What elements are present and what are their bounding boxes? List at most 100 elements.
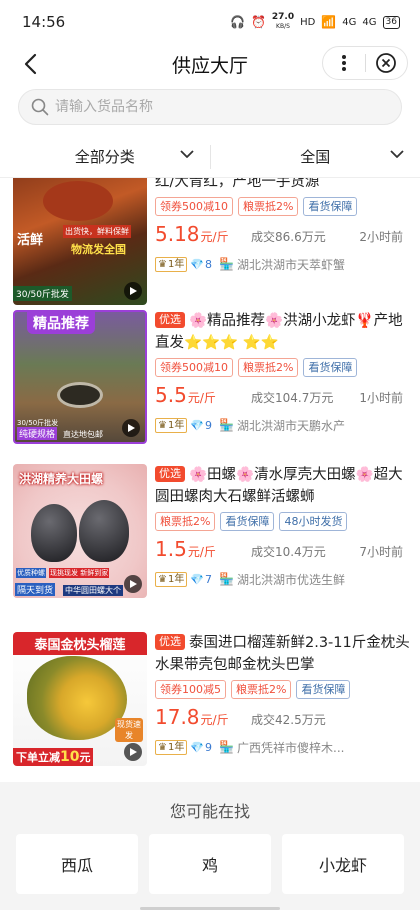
product-price: 17.8元/斤 <box>155 705 229 729</box>
image-caption: 直达地包邮 <box>63 430 103 439</box>
suggestion-chip[interactable]: 西瓜 <box>16 834 138 894</box>
level-badge: 💎 9 <box>190 740 213 754</box>
filter-bar: 全部分类 全国 <box>0 136 420 178</box>
crown-icon: ♛ <box>158 258 167 270</box>
image-caption: 30/50斤批发 <box>13 286 72 301</box>
headphones-icon: 🎧 <box>229 15 245 29</box>
seller-location[interactable]: 🏪 广西凭祥市傻梓木... <box>219 739 344 756</box>
shop-icon: 🏪 <box>219 418 234 432</box>
search-bar[interactable] <box>18 89 402 125</box>
year-badge: ♛ 1年 <box>155 417 188 433</box>
product-card[interactable]: 泰国金枕头榴莲 下单立减10元 现货速发 优选 泰国进口榴莲新鲜2.3-11斤金枕… <box>0 632 420 780</box>
shop-icon: 🏪 <box>219 740 234 754</box>
product-price: 5.5元/斤 <box>155 383 216 407</box>
miniapp-capsule <box>322 46 408 80</box>
price-row: 1.5元/斤 成交10.4万元 7小时前 <box>155 535 410 569</box>
product-price: 5.18元/斤 <box>155 222 229 246</box>
play-video-button[interactable] <box>122 419 140 437</box>
diamond-icon: 💎 <box>190 740 205 754</box>
seller-location[interactable]: 🏪 湖北洪湖市优选生鲜 <box>219 571 345 588</box>
product-tag: 粮票抵2% <box>155 512 216 531</box>
product-image: 洪湖精养大田螺 优质种螺 现挑现发 新鲜到家 隔天到货 中华圆田螺大个 <box>13 464 147 598</box>
battery-icon: 36 <box>382 15 400 29</box>
diamond-icon: 💎 <box>190 572 205 586</box>
region-filter[interactable]: 全国 <box>211 146 420 167</box>
seller-location[interactable]: 🏪 湖北洪湖市天萃虾蟹 <box>219 256 345 273</box>
product-card[interactable]: 出货快，鲜料保鲜 物流发全国 活鲜 30/50斤批发 红/大青红，产地一手货源 … <box>0 178 420 319</box>
year-badge: ♛ 1年 <box>155 256 188 272</box>
image-caption: 精品推荐 <box>27 312 95 334</box>
product-tag: 粮票抵2% <box>231 680 292 699</box>
product-info: 红/大青红，产地一手货源 领券500减10 粮票抵2% 看货保障 5.18元/斤… <box>155 178 410 274</box>
back-button[interactable] <box>14 48 46 80</box>
seller-location[interactable]: 🏪 湖北洪湖市天鹏水产 <box>219 417 345 434</box>
page-title: 供应大厅 <box>171 54 248 77</box>
product-image: 出货快，鲜料保鲜 物流发全国 活鲜 30/50斤批发 <box>13 178 147 305</box>
price-row: 5.5元/斤 成交104.7万元 1小时前 <box>155 381 410 415</box>
alarm-icon: ⏰ <box>250 15 266 29</box>
search-input[interactable] <box>55 99 375 115</box>
suggestion-chip[interactable]: 小龙虾 <box>282 834 404 894</box>
seller-meta: ♛ 1年 💎 8 🏪 湖北洪湖市天萃虾蟹 <box>155 254 410 274</box>
snail-illustration <box>31 504 77 562</box>
status-icons: 🎧 ⏰ 27.0 KB/S HD 📶 4G 4G 36 <box>230 13 400 31</box>
suggestions-panel: 您可能在找 西瓜 鸡 小龙虾 <box>0 782 420 910</box>
play-icon <box>130 748 137 756</box>
image-caption: 优质种螺 <box>16 568 46 578</box>
snail-illustration <box>79 500 129 562</box>
trade-volume: 成交104.7万元 <box>251 391 334 405</box>
product-title: 红/大青红，产地一手货源 <box>155 178 320 190</box>
play-icon <box>130 580 137 588</box>
product-tags: 领券500减10 粮票抵2% 看货保障 <box>155 197 410 216</box>
featured-badge: 优选 <box>155 466 185 482</box>
play-video-button[interactable] <box>124 282 142 300</box>
crawfish-illustration <box>43 181 113 221</box>
level-badge: 💎 8 <box>190 257 213 271</box>
image-caption: 下单立减10元 <box>13 748 94 766</box>
play-video-button[interactable] <box>124 743 142 761</box>
product-price: 1.5元/斤 <box>155 537 216 561</box>
hd-indicator: HD <box>300 16 316 28</box>
play-icon <box>128 424 135 432</box>
seller-meta: ♛ 1年 💎 9 🏪 湖北洪湖市天鹏水产 <box>155 415 410 435</box>
shop-icon: 🏪 <box>219 257 234 271</box>
durian-illustration <box>27 656 127 740</box>
product-image: 泰国金枕头榴莲 下单立减10元 现货速发 <box>13 632 147 766</box>
product-info: 优选 🌸精品推荐🌸洪湖小龙虾🦞产地直发⭐⭐⭐ ⭐⭐ 领券500减10 粮票抵2% … <box>155 310 410 435</box>
diamond-icon: 💎 <box>190 418 205 432</box>
product-title: 优选 泰国进口榴莲新鲜2.3-11斤金枕头水果带壳包邮金枕头巴掌 <box>155 634 410 673</box>
play-video-button[interactable] <box>124 575 142 593</box>
basket-illustration <box>57 382 103 408</box>
post-time: 7小时前 <box>359 545 403 559</box>
signal-4g-a: 4G <box>342 16 357 28</box>
suggestions-title: 您可能在找 <box>169 802 250 821</box>
crown-icon: ♛ <box>158 573 167 585</box>
suggestion-chip[interactable]: 鸡 <box>149 834 271 894</box>
product-tag: 粮票抵2% <box>238 197 299 216</box>
image-caption: 现货速发 <box>115 718 143 742</box>
product-card[interactable]: 精品推荐 30/50斤批发 纯硬规格 直达地包邮 优选 🌸精品推荐🌸洪湖小龙虾🦞产… <box>0 310 420 458</box>
more-button[interactable] <box>323 47 365 79</box>
chevron-down-icon <box>390 150 404 158</box>
product-tag: 看货保障 <box>220 512 275 531</box>
level-badge: 💎 9 <box>190 418 213 432</box>
category-filter[interactable]: 全部分类 <box>0 146 210 167</box>
back-arrow-icon <box>24 53 37 75</box>
image-caption: 洪湖精养大田螺 <box>19 472 104 486</box>
product-tag: 粮票抵2% <box>238 358 299 377</box>
region-filter-label: 全国 <box>300 148 331 166</box>
close-circle-icon <box>376 53 397 73</box>
play-icon <box>130 287 137 295</box>
image-caption: 物流发全国 <box>71 243 126 256</box>
trade-volume: 成交10.4万元 <box>251 545 326 559</box>
shop-icon: 🏪 <box>219 572 234 586</box>
image-caption: 纯硬规格 <box>17 427 58 440</box>
product-tag: 领券500减10 <box>155 358 233 377</box>
image-caption: 活鲜 <box>17 233 44 248</box>
product-card[interactable]: 洪湖精养大田螺 优质种螺 现挑现发 新鲜到家 隔天到货 中华圆田螺大个 优选 🌸田… <box>0 464 420 612</box>
post-time: 1小时前 <box>359 391 403 405</box>
close-button[interactable] <box>366 47 408 79</box>
network-speed: 27.0 KB/S <box>271 12 295 31</box>
crown-icon: ♛ <box>158 419 167 431</box>
seller-meta: ♛ 1年 💎 9 🏪 广西凭祥市傻梓木... <box>155 737 410 757</box>
